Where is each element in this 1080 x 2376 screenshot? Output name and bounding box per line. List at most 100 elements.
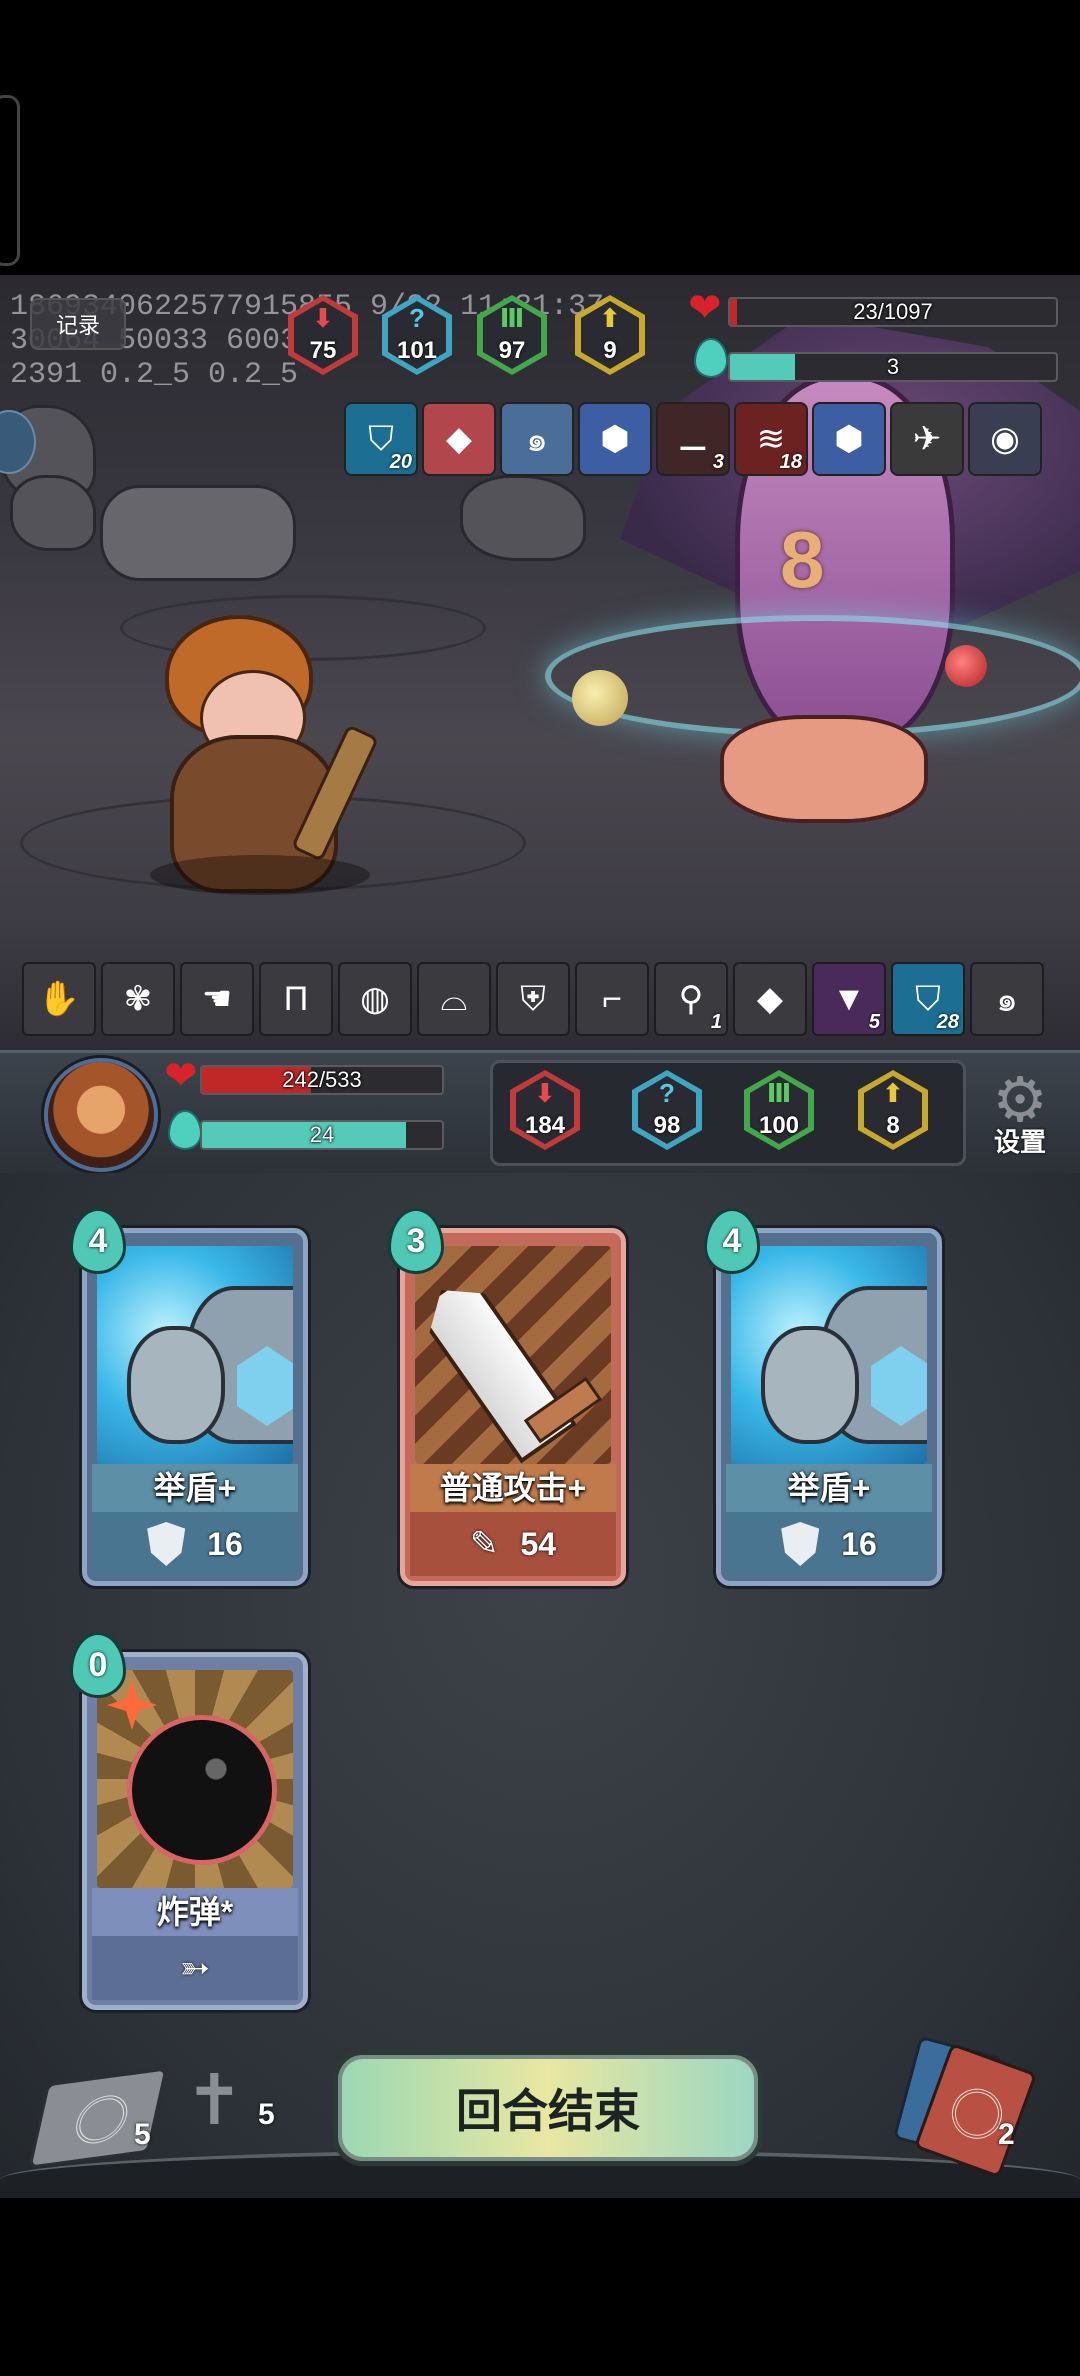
energy-drop-icon <box>168 1110 202 1150</box>
card-effect: ✎ 54 <box>410 1512 616 1576</box>
boss-claws <box>720 715 928 823</box>
relic-gun-icon[interactable]: ⌐ <box>575 962 649 1036</box>
card-name: 举盾+ <box>726 1464 932 1512</box>
relic-armor-icon[interactable]: ⛨ <box>496 962 570 1036</box>
hex-shield-icon: ⬢ <box>600 420 630 458</box>
card-effect: ➳ <box>92 1936 298 2000</box>
card-value: 16 <box>207 1525 243 1562</box>
relic-shield-icon[interactable]: ⛉ 28 <box>891 962 965 1036</box>
card-art <box>97 1246 293 1464</box>
card-art <box>97 1670 293 1888</box>
hero-shadow <box>150 855 370 895</box>
swirl-icon: ๑ <box>526 421 548 459</box>
enemy-speed-stat: ⬆ 9 <box>575 295 645 375</box>
pants-icon: Π <box>283 979 309 1018</box>
player-hp-bar: 242/533 <box>200 1065 444 1095</box>
hood-icon: ▼ <box>832 979 866 1018</box>
enemy-hp-text: 23/1097 <box>853 299 933 324</box>
relic-moth-icon[interactable]: ✾ <box>101 962 175 1036</box>
pillar-icon: Ⅲ <box>766 1078 792 1108</box>
log <box>100 485 296 581</box>
planet-icon: ◉ <box>990 420 1020 458</box>
enemy-buff-shield-icon[interactable]: ⛉ 20 <box>344 402 418 476</box>
enemy-speed-value: 9 <box>603 337 617 364</box>
player-speed-value: 8 <box>886 1112 900 1139</box>
record-button[interactable]: 记录 <box>30 298 126 350</box>
buff-count: 18 <box>779 451 802 473</box>
enemy-buff-blade-flash-icon[interactable]: ⚊ 3 <box>656 402 730 476</box>
player-crit-value: 98 <box>653 1112 681 1139</box>
crystal-icon: ◆ <box>756 980 784 1018</box>
buff-count: 3 <box>712 451 724 473</box>
planet-orb <box>572 670 628 726</box>
discard-pile-count: 5 <box>258 2098 275 2131</box>
end-turn-button[interactable]: 回合结束 <box>333 2050 763 2166</box>
enemy-buff-crystal-icon[interactable]: ◆ <box>422 402 496 476</box>
player-attack-stat: ⬇ 184 <box>510 1070 580 1150</box>
card-normal-attack[interactable]: 普通攻击+ ✎ 54 3 <box>388 1208 626 1586</box>
hex-shield-icon: ⬢ <box>834 420 864 458</box>
moth-icon: ✾ <box>123 980 153 1018</box>
armor-icon: ⛨ <box>520 979 546 1018</box>
shield-icon <box>781 1522 820 1566</box>
planet-orb <box>945 645 987 687</box>
top-status-area <box>0 0 1080 275</box>
question-icon: ? <box>659 1078 675 1108</box>
card-art <box>731 1246 927 1464</box>
enemy-buff-swirl-icon[interactable]: ๑ <box>500 402 574 476</box>
sack-icon: ◍ <box>360 980 390 1018</box>
relic-count: 5 <box>868 1011 880 1033</box>
relic-glove-icon[interactable]: ✋ <box>22 962 96 1036</box>
helmet-icon: ⌓ <box>440 979 468 1018</box>
settings-button[interactable]: ⚙ 设置 <box>975 1070 1065 1165</box>
enemy-buff-planet-icon[interactable]: ◉ <box>968 402 1042 476</box>
relic-swirl-icon[interactable]: ๑ <box>970 962 1044 1036</box>
enemy-buff-claw-icon[interactable]: ≋ 18 <box>734 402 808 476</box>
enemy-buff-hex-shield-icon[interactable]: ⬢ <box>812 402 886 476</box>
heart-icon: ❤ <box>164 1054 198 1098</box>
relic-sack-icon[interactable]: ◍ <box>338 962 412 1036</box>
enemy-buff-hex-shield-icon[interactable]: ⬢ <box>578 402 652 476</box>
card-raise-shield[interactable]: 举盾+ 16 4 <box>704 1208 942 1586</box>
hand-icon: ☚ <box>201 980 233 1018</box>
enemy-buff-bird-icon[interactable]: ✈ <box>890 402 964 476</box>
player-energy-text: 24 <box>309 1122 335 1147</box>
relic-bone-icon[interactable]: ⚲ 1 <box>654 962 728 1036</box>
relic-hood-icon[interactable]: ▼ 5 <box>812 962 886 1036</box>
player-hp-text: 242/533 <box>282 1067 362 1092</box>
deck-emblem-icon <box>71 2092 133 2147</box>
card-bomb[interactable]: 炸弹* ➳ 0 <box>70 1632 308 2010</box>
relic-count: 28 <box>936 1011 959 1033</box>
enemy-crit-value: 101 <box>396 337 438 364</box>
heart-icon: ❤ <box>688 286 722 330</box>
enemy-energy-text: 3 <box>886 354 900 379</box>
relic-helmet-icon[interactable]: ⌓ <box>417 962 491 1036</box>
relic-crystal-icon[interactable]: ◆ <box>733 962 807 1036</box>
boss-number-mark: 8 <box>780 515 825 604</box>
player-attack-value: 184 <box>524 1112 566 1139</box>
card-name: 举盾+ <box>92 1464 298 1512</box>
shield-icon <box>147 1522 186 1566</box>
enemy-attack-stat: ⬇ 75 <box>288 295 358 375</box>
energy-drop-icon <box>694 338 728 378</box>
card-raise-shield[interactable]: 举盾+ 16 4 <box>70 1208 308 1586</box>
relic-hand-icon[interactable]: ☚ <box>180 962 254 1036</box>
player-crit-stat: ? 98 <box>632 1070 702 1150</box>
glove-icon: ✋ <box>37 980 81 1018</box>
up-arrow-icon: ⬆ <box>882 1078 904 1108</box>
bone-icon: ⚲ <box>678 980 704 1018</box>
relic-pants-icon[interactable]: Π <box>259 962 333 1036</box>
enemy-defense-value: 97 <box>498 337 526 364</box>
buff-count: 20 <box>389 451 412 473</box>
player-speed-stat: ⬆ 8 <box>858 1070 928 1150</box>
card-name: 炸弹* <box>92 1888 298 1936</box>
slash-icon: ✎ <box>469 1525 499 1563</box>
side-handle[interactable] <box>0 95 20 266</box>
card-effect: 16 <box>92 1512 298 1576</box>
enemy-defense-stat: Ⅲ 97 <box>477 295 547 375</box>
rock <box>10 475 96 551</box>
down-arrow-icon: ⬇ <box>312 303 334 333</box>
player-energy-bar: 24 <box>200 1120 444 1150</box>
player-avatar[interactable] <box>44 1058 158 1172</box>
arrow-icon: ➳ <box>179 1947 211 1988</box>
